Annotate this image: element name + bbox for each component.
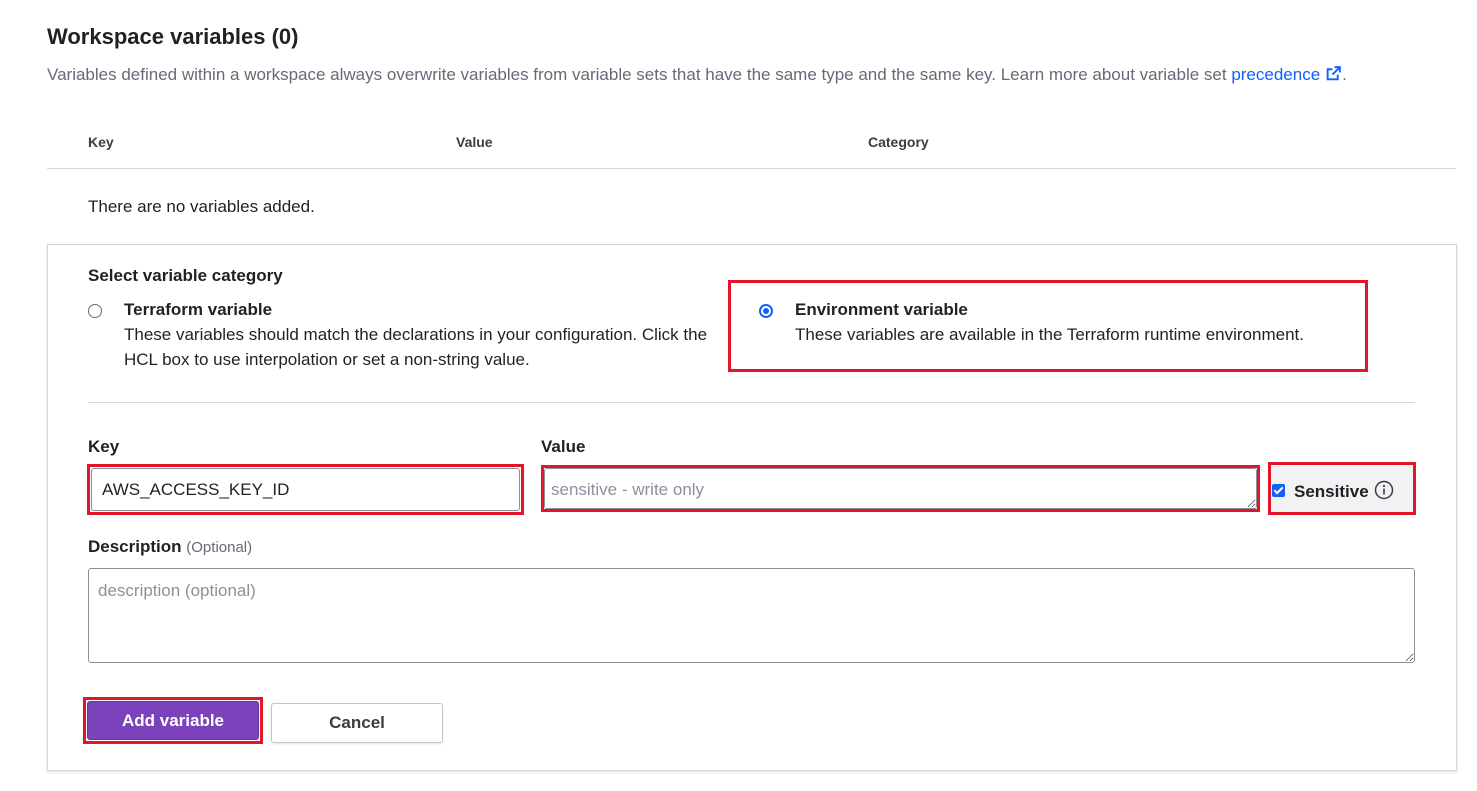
category-label: Select variable category bbox=[88, 266, 283, 285]
environment-variable-description: These variables are available in the Ter… bbox=[795, 325, 1304, 344]
optional-hint: (Optional) bbox=[186, 539, 253, 556]
description-text: Variables defined within a workspace alw… bbox=[47, 65, 1232, 84]
environment-variable-title[interactable]: Environment variable bbox=[795, 300, 968, 320]
column-header-key: Key bbox=[88, 134, 114, 150]
add-variable-button[interactable]: Add variable bbox=[87, 701, 259, 740]
sensitive-checkbox[interactable] bbox=[1272, 484, 1285, 497]
description-end: . bbox=[1342, 65, 1347, 84]
empty-state-message: There are no variables added. bbox=[88, 197, 315, 216]
environment-variable-radio[interactable] bbox=[759, 304, 773, 318]
page-title: Workspace variables (0) bbox=[47, 24, 299, 49]
terraform-variable-description: These variables should match the declara… bbox=[124, 325, 708, 369]
terraform-variable-radio[interactable] bbox=[88, 304, 102, 318]
sensitive-label: Sensitive bbox=[1294, 482, 1369, 501]
description-label: Description (Optional) bbox=[88, 537, 253, 556]
terraform-variable-title[interactable]: Terraform variable bbox=[124, 300, 272, 320]
value-label: Value bbox=[541, 437, 586, 456]
column-header-value: Value bbox=[456, 134, 493, 150]
value-input[interactable] bbox=[544, 468, 1257, 509]
key-input[interactable] bbox=[91, 468, 520, 511]
form-divider bbox=[88, 402, 1415, 403]
section-description: Variables defined within a workspace alw… bbox=[47, 65, 1347, 85]
column-header-category: Category bbox=[868, 134, 929, 150]
info-icon[interactable] bbox=[1374, 480, 1394, 500]
key-label: Key bbox=[88, 437, 120, 456]
precedence-link[interactable]: precedence bbox=[1231, 65, 1342, 84]
table-divider bbox=[47, 168, 1456, 169]
cancel-button[interactable]: Cancel bbox=[271, 703, 443, 743]
description-input[interactable] bbox=[88, 568, 1415, 663]
external-link-icon bbox=[1326, 66, 1341, 81]
